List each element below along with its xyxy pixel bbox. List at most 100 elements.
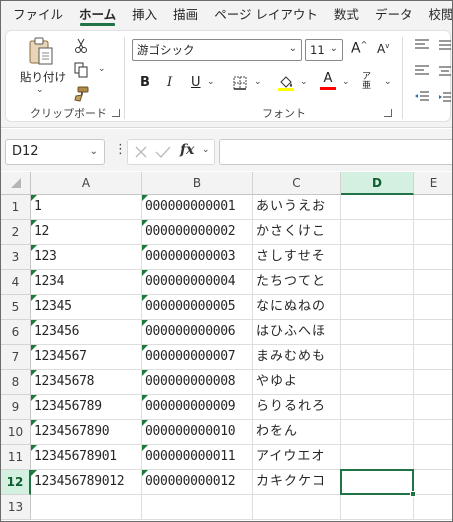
cell-a5[interactable]: 12345	[31, 295, 142, 320]
font-color-dropdown-icon[interactable]: ⌄	[342, 77, 350, 87]
cell-e8[interactable]	[414, 370, 452, 395]
cell-b8[interactable]: 000000000008	[142, 370, 253, 395]
formula-bar-splitter-icon[interactable]: ⋮	[114, 143, 127, 156]
row-header[interactable]: 10	[1, 420, 31, 445]
row-header[interactable]: 7	[1, 345, 31, 370]
align-center-icon[interactable]	[438, 63, 452, 79]
cell-c9[interactable]: らりるれろ	[253, 395, 341, 420]
cell-b11[interactable]: 000000000011	[142, 445, 253, 470]
cell-c11[interactable]: アイウエオ	[253, 445, 341, 470]
cell-c12[interactable]: カキクケコ	[253, 470, 341, 495]
row-header[interactable]: 4	[1, 270, 31, 295]
cell-a13[interactable]	[31, 495, 142, 520]
cell-e13[interactable]	[414, 495, 452, 520]
tab-draw[interactable]: 描画	[165, 1, 206, 28]
row-header[interactable]: 3	[1, 245, 31, 270]
cell-e12[interactable]	[414, 470, 452, 495]
align-top-icon[interactable]	[414, 37, 430, 53]
align-middle-icon[interactable]	[438, 37, 452, 53]
phonetic-dropdown-icon[interactable]: ⌄	[384, 77, 392, 87]
align-left-icon[interactable]	[414, 63, 430, 79]
cell-c7[interactable]: まみむめも	[253, 345, 341, 370]
cell-c10[interactable]: わをん	[253, 420, 341, 445]
cell-a11[interactable]: 12345678901	[31, 445, 142, 470]
cell-d13[interactable]	[341, 495, 414, 520]
cell-a6[interactable]: 123456	[31, 320, 142, 345]
cell-e1[interactable]	[414, 195, 452, 220]
cell-c4[interactable]: たちつてと	[253, 270, 341, 295]
row-header[interactable]: 5	[1, 295, 31, 320]
cell-a1[interactable]: 1	[31, 195, 142, 220]
row-header[interactable]: 6	[1, 320, 31, 345]
cell-d5[interactable]	[341, 295, 414, 320]
cell-b5[interactable]: 000000000005	[142, 295, 253, 320]
cell-b10[interactable]: 000000000010	[142, 420, 253, 445]
cell-a9[interactable]: 123456789	[31, 395, 142, 420]
underline-dropdown-icon[interactable]: ⌄	[207, 77, 215, 87]
font-size-select[interactable]: 11 ⌄	[305, 39, 343, 61]
tab-page-layout[interactable]: ページ レイアウト	[206, 1, 326, 28]
function-dropdown-icon[interactable]: ⌄	[202, 145, 210, 155]
cell-e4[interactable]	[414, 270, 452, 295]
column-header-e[interactable]: E	[414, 172, 452, 195]
cell-d6[interactable]	[341, 320, 414, 345]
phonetic-guide-button[interactable]: ア亜	[362, 73, 376, 91]
bold-button[interactable]: B	[140, 75, 150, 90]
cell-d4[interactable]	[341, 270, 414, 295]
cell-a10[interactable]: 1234567890	[31, 420, 142, 445]
clipboard-launcher-icon[interactable]	[112, 109, 120, 117]
cut-icon[interactable]	[72, 37, 90, 55]
cell-e10[interactable]	[414, 420, 452, 445]
italic-button[interactable]: I	[167, 75, 172, 90]
cell-e11[interactable]	[414, 445, 452, 470]
select-all-button[interactable]	[1, 172, 31, 195]
cell-a8[interactable]: 12345678	[31, 370, 142, 395]
tab-insert[interactable]: 挿入	[124, 1, 165, 28]
cell-d3[interactable]	[341, 245, 414, 270]
borders-icon[interactable]	[232, 75, 248, 91]
increase-font-size-button[interactable]: A^	[351, 40, 367, 57]
underline-button[interactable]: U	[191, 75, 201, 90]
cell-b6[interactable]: 000000000006	[142, 320, 253, 345]
tab-review[interactable]: 校閲	[420, 1, 452, 28]
row-header[interactable]: 1	[1, 195, 31, 220]
cell-b9[interactable]: 000000000009	[142, 395, 253, 420]
cell-e7[interactable]	[414, 345, 452, 370]
cell-c3[interactable]: さしすせそ	[253, 245, 341, 270]
row-header[interactable]: 9	[1, 395, 31, 420]
cell-c5[interactable]: なにぬねの	[253, 295, 341, 320]
cell-a12[interactable]: 123456789012	[31, 470, 142, 495]
increase-indent-icon[interactable]	[438, 89, 452, 105]
formula-input[interactable]	[219, 139, 452, 165]
cell-d10[interactable]	[341, 420, 414, 445]
cell-c2[interactable]: かさくけこ	[253, 220, 341, 245]
cell-d8[interactable]	[341, 370, 414, 395]
cell-b7[interactable]: 000000000007	[142, 345, 253, 370]
fill-color-dropdown-icon[interactable]: ⌄	[300, 77, 308, 87]
cell-e9[interactable]	[414, 395, 452, 420]
cell-b3[interactable]: 000000000003	[142, 245, 253, 270]
row-header[interactable]: 11	[1, 445, 31, 470]
font-name-select[interactable]: 游ゴシック ⌄	[132, 39, 302, 61]
cell-b4[interactable]: 000000000004	[142, 270, 253, 295]
cell-e3[interactable]	[414, 245, 452, 270]
cell-a2[interactable]: 12	[31, 220, 142, 245]
paste-button[interactable]: 貼り付け	[20, 69, 66, 85]
cell-b13[interactable]	[142, 495, 253, 520]
column-header-b[interactable]: B	[142, 172, 253, 195]
insert-function-button[interactable]: fx	[180, 142, 194, 158]
font-launcher-icon[interactable]	[384, 109, 392, 117]
cell-a4[interactable]: 1234	[31, 270, 142, 295]
row-header[interactable]: 8	[1, 370, 31, 395]
cell-c6[interactable]: はひふへほ	[253, 320, 341, 345]
column-header-c[interactable]: C	[253, 172, 341, 195]
enter-icon[interactable]	[154, 143, 172, 161]
cell-d12[interactable]	[341, 470, 414, 495]
cell-a3[interactable]: 123	[31, 245, 142, 270]
paste-icon[interactable]	[26, 37, 56, 67]
cell-b12[interactable]: 000000000012	[142, 470, 253, 495]
copy-dropdown-icon[interactable]: ⌄	[98, 64, 106, 74]
tab-file[interactable]: ファイル	[5, 1, 71, 28]
column-header-a[interactable]: A	[31, 172, 142, 195]
cell-b1[interactable]: 000000000001	[142, 195, 253, 220]
